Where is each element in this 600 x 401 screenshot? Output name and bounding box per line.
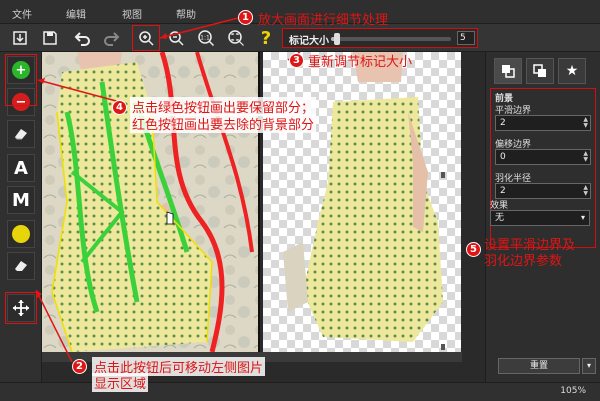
move-highlight [5, 292, 37, 324]
help-icon: ? [260, 27, 272, 49]
callout-3-text: 重新调节标记大小 [308, 55, 413, 70]
help-button[interactable]: ? [254, 26, 278, 50]
settings-panel: ★ 前景 平滑边界 2 ▲ ▼ 偏移边界 0 ▲ ▼ 羽化半径 2 ▲ ▼ 效果 无 … [485, 52, 600, 382]
tab-foreground[interactable] [494, 58, 522, 84]
callout-2-text-line2: 显示区域 [92, 373, 149, 392]
reset-label: 重置 [529, 361, 548, 371]
mode-a-label: A [14, 157, 28, 179]
smooth-edge-input[interactable]: 2 ▲ ▼ [495, 115, 591, 131]
import-icon [13, 31, 27, 45]
zoom-actual-icon: 1:1 [198, 30, 215, 47]
zoom-level: 105% [560, 386, 586, 396]
callout-5-number: 5 [466, 242, 481, 257]
reset-button[interactable]: 重置 [498, 358, 580, 374]
redo-button[interactable] [100, 26, 124, 50]
tab-background[interactable] [526, 58, 554, 84]
zoom-fit-button[interactable] [224, 26, 248, 50]
redo-icon [104, 32, 120, 46]
brush-highlight [5, 54, 37, 106]
marker-size-label: 标记大小 [289, 36, 329, 47]
zoom-highlight [132, 25, 160, 51]
yellow-dot-icon [12, 225, 30, 243]
callout-1-number: 1 [238, 10, 253, 25]
save-button[interactable] [38, 26, 62, 50]
layers-outline-icon [533, 64, 546, 77]
status-bar: 105% [0, 382, 600, 401]
eraser-icon [14, 129, 27, 140]
chevron-down-icon: ▾ [586, 361, 591, 370]
reset-dropdown-button[interactable]: ▾ [582, 358, 596, 374]
effect-value: 无 [495, 213, 505, 223]
undo-button[interactable] [70, 26, 94, 50]
mode-a-button[interactable]: A [7, 154, 35, 182]
open-button[interactable] [8, 26, 32, 50]
menu-view[interactable]: 视图 [122, 6, 142, 21]
callout-1-text: 放大画面进行细节处理 [258, 13, 389, 28]
marker-size-control: 标记大小 5 [282, 28, 478, 48]
mode-m-label: M [12, 189, 30, 211]
eraser-2-button[interactable] [7, 252, 35, 280]
zoom-out-button[interactable] [164, 26, 188, 50]
save-icon [43, 31, 57, 45]
callout-3-number: 3 [289, 53, 304, 68]
callout-4-number: 4 [112, 100, 127, 115]
effect-select[interactable]: 无 ▾ [490, 210, 590, 226]
menu-help[interactable]: 帮助 [176, 6, 196, 21]
eraser-button[interactable] [7, 120, 35, 148]
spinner-icon[interactable]: ▲ ▼ [583, 185, 588, 197]
spinner-icon[interactable]: ▲ ▼ [583, 117, 588, 129]
layers-icon [502, 65, 515, 78]
callout-4-text-line2: 红色按钮画出要去除的背景部分 [130, 114, 317, 133]
chevron-down-icon: ▾ [580, 213, 585, 222]
zoom-actual-button[interactable]: 1:1 [194, 26, 218, 50]
feather-radius-input[interactable]: 2 ▲ ▼ [495, 183, 591, 199]
undo-icon [74, 32, 90, 46]
marker-size-input[interactable]: 5 [457, 31, 475, 45]
fill-color-button[interactable] [7, 220, 35, 248]
spinner-icon[interactable]: ▲ ▼ [583, 151, 588, 163]
zoom-fit-icon [228, 30, 244, 46]
marker-size-value: 5 [460, 33, 466, 43]
tab-effects[interactable]: ★ [558, 58, 586, 84]
smooth-edge-value: 2 [500, 118, 506, 128]
offset-edge-input[interactable]: 0 ▲ ▼ [495, 149, 591, 165]
callout-2-number: 2 [72, 359, 87, 374]
offset-edge-value: 0 [500, 152, 506, 162]
marker-size-slider[interactable] [331, 33, 451, 45]
slider-knob[interactable] [334, 33, 340, 45]
zoom-out-icon [169, 31, 184, 46]
eraser-icon [15, 261, 27, 271]
zoom-actual-text: 1:1 [200, 35, 210, 42]
menu-file[interactable]: 文件 [12, 6, 32, 21]
mode-m-button[interactable]: M [7, 186, 35, 214]
feather-radius-value: 2 [500, 186, 506, 196]
callout-5-text-line2: 羽化边界参数 [484, 254, 563, 269]
star-icon: ★ [565, 63, 579, 79]
menu-edit[interactable]: 编辑 [66, 6, 86, 21]
